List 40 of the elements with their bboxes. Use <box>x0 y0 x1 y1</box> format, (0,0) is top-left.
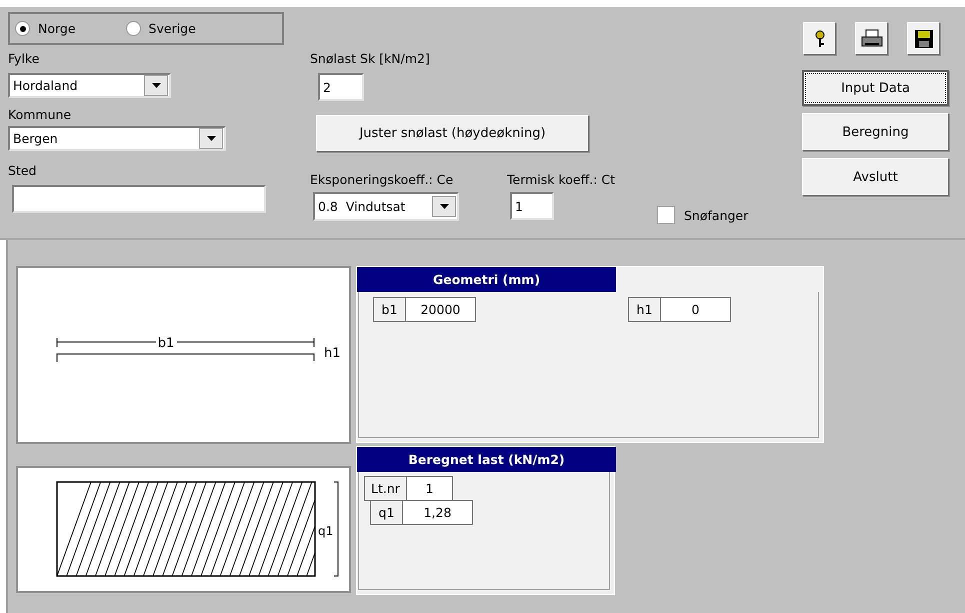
dropdown[interactable]: Hordaland <box>8 73 171 98</box>
caret-icon <box>440 204 448 209</box>
field-label: Termisk koeff.: Ct <box>507 172 616 188</box>
field-label: Lt.nr <box>364 476 407 501</box>
field-label: Snølast Sk [kN/m2] <box>310 51 431 67</box>
panel-title: Beregnet last (kN/m2) <box>357 447 616 472</box>
key-icon <box>814 30 826 48</box>
field-label: Eksponeringskoeff.: Ce <box>310 172 454 188</box>
action-button[interactable]: Avslutt <box>802 158 949 196</box>
field-label: Sted <box>8 163 38 179</box>
radio-option[interactable]: Norge <box>15 21 76 36</box>
action-button[interactable]: Input Data <box>802 70 949 106</box>
save-button[interactable] <box>907 22 940 55</box>
dimension-label: h1 <box>324 346 341 361</box>
input-field[interactable]: 2 <box>318 73 364 101</box>
printer-icon <box>860 28 882 48</box>
dropdown[interactable]: Bergen <box>8 126 226 151</box>
input-field[interactable]: 1 <box>510 192 554 220</box>
caret-icon <box>152 83 160 88</box>
caret-icon <box>206 136 216 141</box>
value-field: 1,28 <box>403 500 473 525</box>
field-label: q1 <box>370 500 403 525</box>
value-field[interactable]: 0 <box>661 297 731 322</box>
print-button[interactable] <box>855 22 888 55</box>
field-label: Fylke <box>8 51 40 67</box>
field-label: b1 <box>373 297 406 322</box>
dropdown[interactable]: 0.8 Vindutsat <box>313 192 459 221</box>
value-field: 1 <box>407 476 453 501</box>
action-button[interactable]: Beregning <box>802 113 949 151</box>
value-field[interactable]: 20000 <box>406 297 476 322</box>
key-button[interactable] <box>803 22 836 55</box>
dimension-label: b1 <box>158 336 174 351</box>
radio-option[interactable]: Sverige <box>126 21 196 36</box>
checkbox[interactable]: Snøfanger <box>657 206 748 224</box>
input-field[interactable] <box>12 185 266 213</box>
field-label: h1 <box>628 297 661 322</box>
load-label: q1 <box>318 524 334 538</box>
panel-title: Geometri (mm) <box>357 267 616 292</box>
field-label: Kommune <box>8 107 72 123</box>
adjust-button[interactable]: Juster snølast (høydeøkning) <box>316 115 589 152</box>
